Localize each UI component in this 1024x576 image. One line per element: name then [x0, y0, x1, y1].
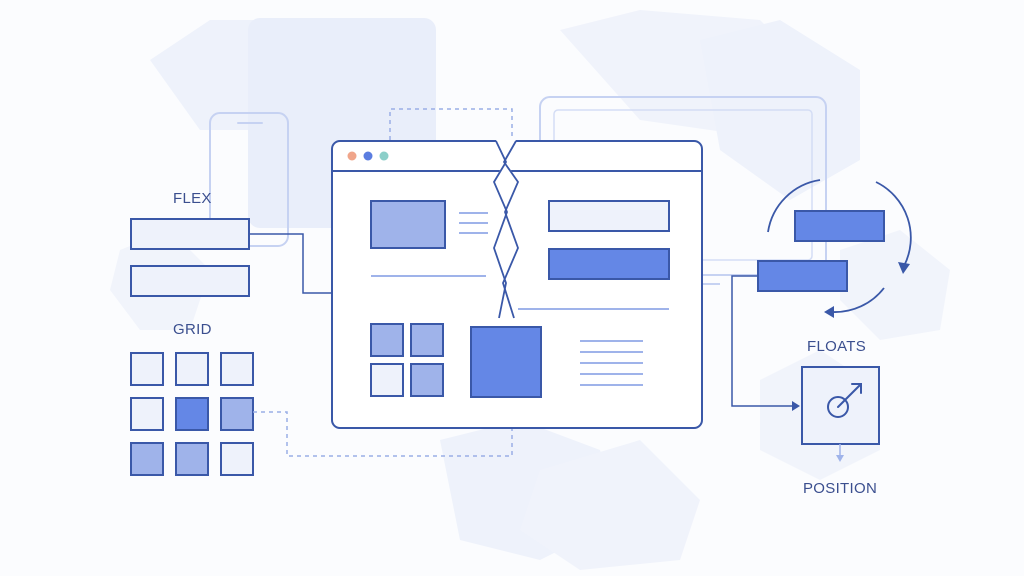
arrow-head-icon [824, 306, 834, 318]
image-block [370, 200, 446, 249]
window-dot-teal-icon [379, 151, 389, 161]
position-label: POSITION [803, 480, 877, 497]
mini-grid-cell [370, 323, 404, 357]
grid-cell [175, 352, 209, 386]
window-dot-blue-icon [363, 151, 373, 161]
window-dot-red-icon [347, 151, 357, 161]
grid-cell [130, 442, 164, 476]
grid-cell [220, 352, 254, 386]
float-box-2 [757, 260, 848, 292]
css-layout-diagram: FLEX GRID FLOATS POSITION [110, 10, 950, 570]
grid-cell [220, 397, 254, 431]
grid-cell [220, 442, 254, 476]
float-box-1 [794, 210, 885, 242]
mini-grid-cell [370, 363, 404, 397]
bg-hexagon [840, 230, 950, 340]
flex-box-1 [130, 218, 250, 250]
grid-cell [175, 442, 209, 476]
grid-cell [130, 397, 164, 431]
grid-cell [130, 352, 164, 386]
flex-label: FLEX [173, 190, 212, 207]
browser-window-icon [331, 140, 703, 429]
mini-grid-cell [410, 363, 444, 397]
grid-cells [130, 352, 254, 476]
mini-grid-cell [410, 323, 444, 357]
content-block [470, 326, 542, 398]
floats-label: FLOATS [807, 338, 866, 355]
grid-label: GRID [173, 321, 212, 338]
flex-row-light [548, 200, 670, 232]
flex-row-strong [548, 248, 670, 280]
grid-cell [175, 397, 209, 431]
flex-box-2 [130, 265, 250, 297]
